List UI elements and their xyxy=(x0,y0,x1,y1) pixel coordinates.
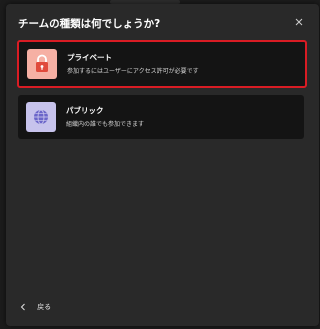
globe-icon xyxy=(26,102,56,132)
option-private[interactable]: プライベート 参加するにはユーザーにアクセス許可が必要です xyxy=(17,40,307,88)
chevron-left-icon xyxy=(20,303,25,310)
option-public[interactable]: パブリック 組織内の誰でも参加できます xyxy=(18,95,304,139)
option-private-title: プライベート xyxy=(67,53,112,62)
option-public-title: パブリック xyxy=(66,106,104,115)
close-button[interactable] xyxy=(292,15,306,29)
close-icon xyxy=(295,18,303,26)
lock-icon xyxy=(27,49,57,79)
option-private-description: 参加するにはユーザーにアクセス許可が必要です xyxy=(67,68,199,75)
back-button-label: 戻る xyxy=(37,302,52,311)
team-type-dialog: チームの種類は何でしょうか? プライベート 参加するにはユーザーにアクセス許可が… xyxy=(6,4,319,326)
dialog-title: チームの種類は何でしょうか? xyxy=(18,18,161,30)
back-button[interactable]: 戻る xyxy=(20,296,52,311)
option-public-description: 組織内の誰でも参加できます xyxy=(66,121,145,128)
